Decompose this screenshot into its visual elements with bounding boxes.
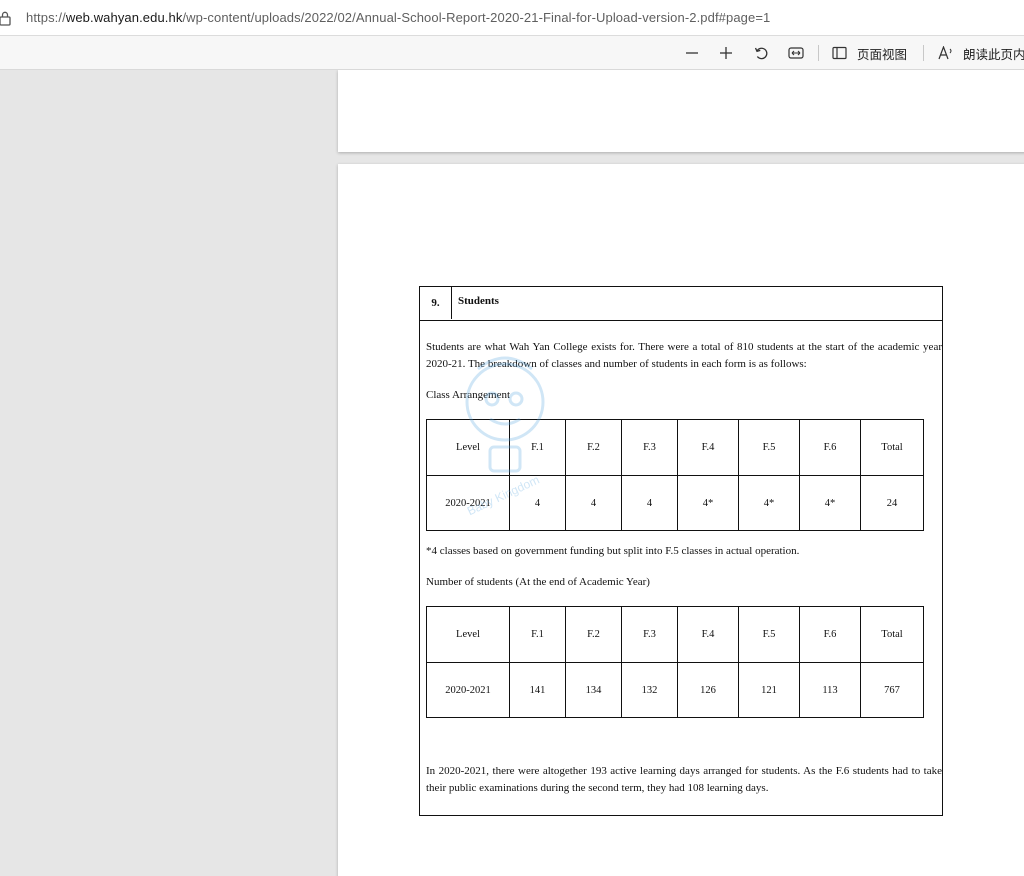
table-cell: 4 xyxy=(509,475,566,531)
table-row: 2020-2021 4 4 4 4* 4* 4* 24 xyxy=(426,475,924,531)
table-cell: 2020-2021 xyxy=(426,475,510,531)
fit-width-button[interactable] xyxy=(786,42,806,64)
class-arrangement-table: Level F.1 F.2 F.3 F.4 F.5 F.6 Total 2020… xyxy=(426,419,924,531)
table-header-cell: F.2 xyxy=(565,606,622,663)
table-cell: 4* xyxy=(738,475,800,531)
fit-width-icon xyxy=(788,47,804,59)
pdf-page: 9. Students Students are what Wah Yan Co… xyxy=(338,164,1024,876)
rotate-button[interactable] xyxy=(751,42,771,64)
section-box: 9. Students Students are what Wah Yan Co… xyxy=(419,286,943,816)
table-cell: 132 xyxy=(621,662,678,718)
table-header-row: Level F.1 F.2 F.3 F.4 F.5 F.6 Total xyxy=(426,606,924,663)
toolbar-divider xyxy=(818,45,819,61)
table-cell: 2020-2021 xyxy=(426,662,510,718)
student-numbers-table: Level F.1 F.2 F.3 F.4 F.5 F.6 Total 2020… xyxy=(426,606,924,718)
table-cell: 126 xyxy=(677,662,739,718)
section-number: 9. xyxy=(420,287,452,319)
table-cell: 4* xyxy=(677,475,739,531)
table-cell: 767 xyxy=(860,662,924,718)
table-header-cell: F.4 xyxy=(677,419,739,476)
table-cell: 4 xyxy=(565,475,622,531)
page-view-icon xyxy=(832,46,847,60)
table-header-cell: F.5 xyxy=(738,606,800,663)
table-header-cell: Total xyxy=(860,419,924,476)
url-text[interactable]: https://web.wahyan.edu.hk/wp-content/upl… xyxy=(26,10,770,25)
minus-icon xyxy=(686,52,698,54)
table-cell: 4* xyxy=(799,475,861,531)
zoom-in-button[interactable] xyxy=(716,42,736,64)
table-header-cell: Level xyxy=(426,606,510,663)
table-cell: 4 xyxy=(621,475,678,531)
table-header-cell: F.3 xyxy=(621,606,678,663)
plus-icon xyxy=(720,47,732,59)
pdf-page-previous xyxy=(338,70,1024,152)
section-title: Students xyxy=(458,295,499,307)
table-header-cell: F.4 xyxy=(677,606,739,663)
table-header-cell: F.5 xyxy=(738,419,800,476)
read-aloud-icon xyxy=(938,46,952,60)
table-header-cell: F.6 xyxy=(799,419,861,476)
table-cell: 24 xyxy=(860,475,924,531)
pdf-toolbar: 页面视图 朗读此页内 xyxy=(0,36,1024,70)
table-cell: 121 xyxy=(738,662,800,718)
table-cell: 134 xyxy=(565,662,622,718)
zoom-out-button[interactable] xyxy=(682,42,702,64)
table-header-cell: F.2 xyxy=(565,419,622,476)
page-view-button[interactable]: 页面视图 xyxy=(832,42,914,64)
intro-paragraph: Students are what Wah Yan College exists… xyxy=(426,341,942,370)
section-header: 9. Students xyxy=(420,287,942,321)
address-bar[interactable]: https://web.wahyan.edu.hk/wp-content/upl… xyxy=(0,0,1024,36)
pdf-viewport[interactable]: 9. Students Students are what Wah Yan Co… xyxy=(0,70,1024,876)
url-path: /wp-content/uploads/2022/02/Annual-Schoo… xyxy=(182,10,771,25)
class-arrangement-caption: Class Arrangement xyxy=(426,389,511,401)
table-header-cell: F.6 xyxy=(799,606,861,663)
toolbar-divider xyxy=(923,45,924,61)
table-header-cell: F.1 xyxy=(509,419,566,476)
read-aloud-label: 朗读此页内 xyxy=(963,47,1024,62)
table-row: 2020-2021 141 134 132 126 121 113 767 xyxy=(426,662,924,718)
table-header-cell: Total xyxy=(860,606,924,663)
table-header-cell: Level xyxy=(426,419,510,476)
table-cell: 113 xyxy=(799,662,861,718)
url-domain: web.wahyan.edu.hk xyxy=(65,10,183,25)
table-cell: 141 xyxy=(509,662,566,718)
footnote: *4 classes based on government funding b… xyxy=(426,545,800,557)
lock-icon[interactable] xyxy=(0,10,12,26)
table-header-row: Level F.1 F.2 F.3 F.4 F.5 F.6 Total xyxy=(426,419,924,476)
table-header-cell: F.3 xyxy=(621,419,678,476)
table-header-cell: F.1 xyxy=(509,606,566,663)
rotate-icon xyxy=(754,47,767,59)
read-aloud-button[interactable]: 朗读此页内 xyxy=(938,42,1024,64)
page-view-label: 页面视图 xyxy=(857,47,908,62)
closing-paragraph: In 2020-2021, there were altogether 193 … xyxy=(426,765,942,794)
url-prefix: https:// xyxy=(26,10,66,25)
student-numbers-caption: Number of students (At the end of Academ… xyxy=(426,576,650,588)
